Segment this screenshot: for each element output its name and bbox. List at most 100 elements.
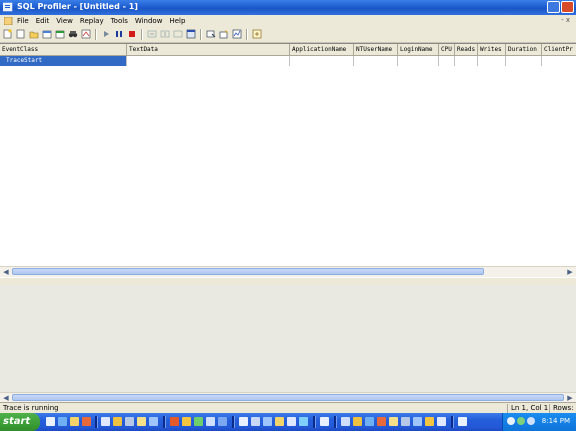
taskbar-app-icon[interactable] <box>239 417 248 426</box>
tuning-wizard-icon[interactable] <box>219 29 229 39</box>
scroll-left-arrow-icon[interactable]: ◀ <box>2 268 10 276</box>
stop-trace-icon[interactable] <box>127 29 137 39</box>
step-icon[interactable] <box>147 29 157 39</box>
run-to-cursor-icon[interactable] <box>160 29 170 39</box>
taskbar-app-icon[interactable] <box>263 417 272 426</box>
taskbar-app-icon[interactable] <box>206 417 215 426</box>
taskbar-app-icon[interactable] <box>413 417 422 426</box>
column-header-clientprocessid[interactable]: ClientPr <box>542 44 576 55</box>
scroll-right-arrow-icon[interactable]: ▶ <box>566 394 574 402</box>
taskbar-app-icon[interactable] <box>458 417 467 426</box>
trace-events-grid[interactable]: EventClass TextData ApplicationName NTUs… <box>0 43 576 278</box>
cell-ntusername[interactable] <box>354 56 398 66</box>
taskbar-app-icon[interactable] <box>101 417 110 426</box>
show-desktop-icon[interactable] <box>46 417 55 426</box>
query-analyzer-icon[interactable] <box>206 29 216 39</box>
column-header-duration[interactable]: Duration <box>506 44 542 55</box>
taskbar-app-icon[interactable] <box>251 417 260 426</box>
cell-duration[interactable] <box>506 56 542 66</box>
toggle-breakpoint-icon[interactable] <box>173 29 183 39</box>
taskbar-app-icon[interactable] <box>287 417 296 426</box>
document-system-menu-icon[interactable] <box>4 17 13 25</box>
taskbar-app-icon[interactable] <box>437 417 446 426</box>
window-title-bar[interactable]: SQL Profiler - [Untitled - 1] <box>0 0 576 15</box>
taskbar-app-icon[interactable] <box>218 417 227 426</box>
column-header-textdata[interactable]: TextData <box>127 44 290 55</box>
properties-icon[interactable] <box>81 29 91 39</box>
table-row[interactable]: TraceStart <box>0 56 576 66</box>
event-text-detail-pane[interactable] <box>0 285 576 392</box>
cell-loginname[interactable] <box>398 56 439 66</box>
cell-applicationname[interactable] <box>290 56 354 66</box>
open-folder-icon[interactable] <box>29 29 39 39</box>
taskbar-app-icon[interactable] <box>353 417 362 426</box>
menu-edit[interactable]: Edit <box>36 17 50 25</box>
menu-file[interactable]: File <box>17 17 29 25</box>
menu-help[interactable]: Help <box>169 17 185 25</box>
taskbar-app-icon[interactable] <box>377 417 386 426</box>
taskbar-app-icon[interactable] <box>365 417 374 426</box>
taskbar-app-icon[interactable] <box>194 417 203 426</box>
sql-server-service-tray-icon[interactable] <box>517 417 525 425</box>
menu-window[interactable]: Window <box>135 17 163 25</box>
quick-launch-folder-icon[interactable] <box>70 417 79 426</box>
menu-view[interactable]: View <box>56 17 73 25</box>
taskbar-clock[interactable]: 8:14 PM <box>542 417 570 425</box>
start-button[interactable]: start <box>0 413 40 431</box>
cell-clientprocessid[interactable] <box>542 56 576 66</box>
volume-tray-icon[interactable] <box>527 417 535 425</box>
column-header-reads[interactable]: Reads <box>455 44 478 55</box>
menu-replay[interactable]: Replay <box>80 17 104 25</box>
new-trace-icon[interactable] <box>3 29 13 39</box>
grid-horizontal-scrollbar[interactable]: ◀ ▶ <box>0 266 576 277</box>
taskbar-app-icon[interactable] <box>113 417 122 426</box>
taskbar-app-icon[interactable] <box>275 417 284 426</box>
minimize-button[interactable] <box>547 1 560 13</box>
close-button[interactable] <box>561 1 574 13</box>
mdi-child-controls[interactable]: - x <box>561 16 570 24</box>
open-table-icon[interactable] <box>42 29 52 39</box>
column-header-cpu[interactable]: CPU <box>439 44 455 55</box>
taskbar-app-icon[interactable] <box>182 417 191 426</box>
new-document-icon[interactable] <box>16 29 26 39</box>
taskbar-app-icon[interactable] <box>401 417 410 426</box>
taskbar-app-icon[interactable] <box>137 417 146 426</box>
column-header-ntusername[interactable]: NTUserName <box>354 44 398 55</box>
scroll-left-arrow-icon[interactable]: ◀ <box>2 394 10 402</box>
cell-textdata[interactable] <box>127 56 290 66</box>
find-binoculars-icon[interactable] <box>68 29 78 39</box>
taskbar-app-icon[interactable] <box>341 417 350 426</box>
cell-cpu[interactable] <box>439 56 455 66</box>
taskbar-app-icon[interactable] <box>125 417 134 426</box>
taskbar-app-icon[interactable] <box>299 417 308 426</box>
toolbar-separator <box>95 29 97 40</box>
column-header-applicationname[interactable]: ApplicationName <box>290 44 354 55</box>
taskbar-app-icon[interactable] <box>320 417 329 426</box>
start-trace-icon[interactable] <box>101 29 111 39</box>
cell-reads[interactable] <box>455 56 478 66</box>
network-tray-icon[interactable] <box>507 417 515 425</box>
help-icon[interactable] <box>252 29 262 39</box>
scroll-right-arrow-icon[interactable]: ▶ <box>566 268 574 276</box>
taskbar-app-icon[interactable] <box>170 417 179 426</box>
pause-trace-icon[interactable] <box>114 29 124 39</box>
column-header-loginname[interactable]: LoginName <box>398 44 439 55</box>
taskbar-divider <box>232 416 235 428</box>
taskbar-app-icon[interactable] <box>389 417 398 426</box>
column-header-eventclass[interactable]: EventClass <box>0 44 127 55</box>
cell-eventclass[interactable]: TraceStart <box>0 56 127 66</box>
media-player-icon[interactable] <box>82 417 91 426</box>
open-trace-table-icon[interactable] <box>55 29 65 39</box>
taskbar-app-icon[interactable] <box>149 417 158 426</box>
internet-explorer-icon[interactable] <box>58 417 67 426</box>
grid-scroll-thumb[interactable] <box>12 268 484 275</box>
sql-profiler-app-icon <box>3 2 13 12</box>
menu-tools[interactable]: Tools <box>111 17 128 25</box>
detail-scroll-thumb[interactable] <box>12 394 564 401</box>
taskbar-app-icon[interactable] <box>425 417 434 426</box>
performance-monitor-icon[interactable] <box>232 29 242 39</box>
column-header-writes[interactable]: Writes <box>478 44 506 55</box>
toolbar-separator <box>246 29 248 40</box>
cell-writes[interactable] <box>478 56 506 66</box>
replay-window-icon[interactable] <box>186 29 196 39</box>
